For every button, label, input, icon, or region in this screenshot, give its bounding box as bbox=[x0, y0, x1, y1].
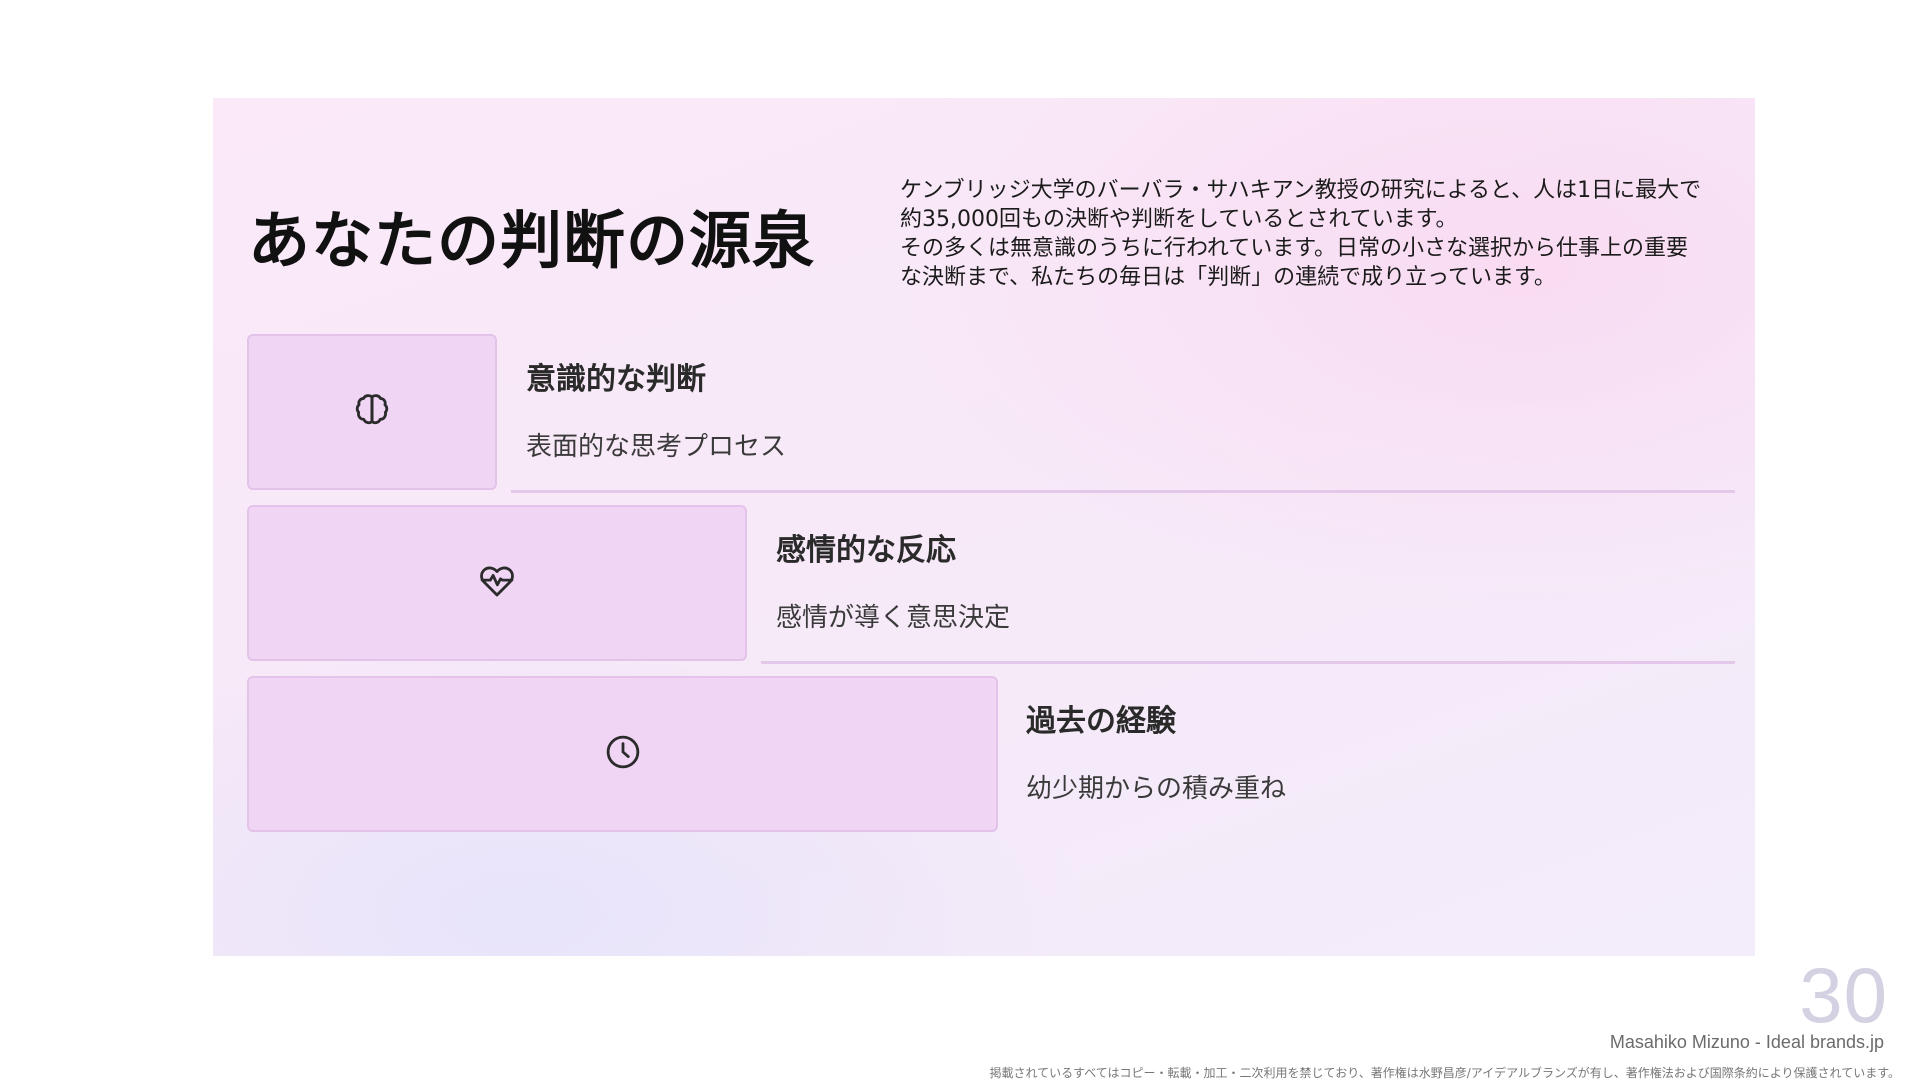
step-label-emotional: 感情的な反応 感情が導く意思決定 bbox=[776, 525, 1010, 634]
page-number: 30 bbox=[1799, 951, 1888, 1039]
step-label-conscious: 意識的な判断 表面的な思考プロセス bbox=[526, 354, 786, 463]
copyright-notice: 掲載されているすべてはコピー・転載・加工・二次利用を禁じており、著作権は水野昌彦… bbox=[989, 1066, 1900, 1080]
intro-line: 約35,000回もの決断や判断をしているとされています。 bbox=[900, 207, 1458, 232]
author-credit: Masahiko Mizuno - Ideal brands.jp bbox=[1609, 1032, 1884, 1052]
step-title: 意識的な判断 bbox=[526, 362, 706, 397]
intro-line: ケンブリッジ大学のバーバラ・サハキアン教授の研究によると、人は1日に最大で bbox=[900, 178, 1702, 203]
divider bbox=[511, 490, 1735, 493]
slide-title: あなたの判断の源泉 bbox=[248, 204, 816, 277]
divider bbox=[761, 661, 1735, 664]
step-subtitle: 幼少期からの積み重ね bbox=[1026, 774, 1287, 804]
intro-line: な決断まで、私たちの毎日は「判断」の連続で成り立っています。 bbox=[900, 265, 1556, 290]
slide: あなたの判断の源泉 ケンブリッジ大学のバーバラ・サハキアン教授の研究によると、人… bbox=[213, 98, 1755, 956]
step-title: 感情的な反応 bbox=[776, 533, 956, 568]
step-subtitle: 感情が導く意思決定 bbox=[776, 603, 1011, 633]
step-block-experience bbox=[247, 676, 998, 832]
step-label-experience: 過去の経験 幼少期からの積み重ね bbox=[1026, 696, 1286, 805]
step-title: 過去の経験 bbox=[1026, 704, 1176, 739]
step-block-emotional bbox=[247, 505, 747, 661]
clock-icon bbox=[602, 731, 644, 777]
brain-icon bbox=[351, 389, 393, 435]
intro-line: その多くは無意識のうちに行われています。日常の小さな選択から仕事上の重要 bbox=[900, 236, 1689, 261]
intro-text: ケンブリッジ大学のバーバラ・サハキアン教授の研究によると、人は1日に最大で 約3… bbox=[900, 176, 1730, 292]
heart-pulse-icon bbox=[476, 560, 518, 606]
step-subtitle: 表面的な思考プロセス bbox=[526, 432, 787, 462]
step-block-conscious bbox=[247, 334, 497, 490]
